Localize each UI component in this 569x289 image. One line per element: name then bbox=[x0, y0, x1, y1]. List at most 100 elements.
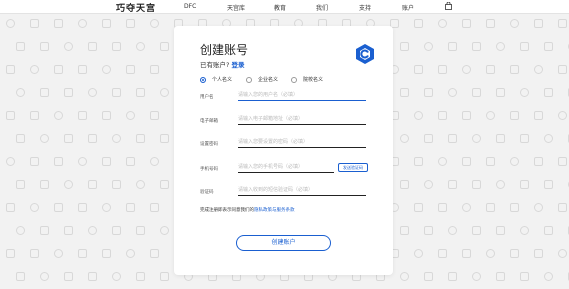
decorative-pattern-icon bbox=[112, 42, 121, 51]
nav-item-about[interactable]: 我们 bbox=[316, 3, 328, 12]
decorative-pattern-icon bbox=[520, 88, 529, 97]
decorative-pattern-icon bbox=[78, 249, 87, 258]
decorative-pattern-icon bbox=[64, 226, 73, 235]
decorative-pattern-icon bbox=[424, 42, 433, 51]
code-label: 验证码 bbox=[200, 190, 214, 195]
decorative-pattern-icon bbox=[16, 180, 25, 189]
radio-school[interactable] bbox=[291, 76, 297, 83]
decorative-pattern-icon bbox=[534, 111, 543, 120]
account-type-school[interactable]: 院校名义 bbox=[291, 76, 323, 83]
account-type-personal[interactable]: 个人名义 bbox=[200, 76, 232, 83]
terms-link[interactable]: 隐私政策与服务条款 bbox=[254, 208, 295, 213]
nav-item-library[interactable]: 天宫库 bbox=[227, 3, 245, 12]
nav-item-account[interactable]: 账户 bbox=[402, 3, 414, 12]
decorative-pattern-icon bbox=[544, 88, 553, 97]
decorative-pattern-icon bbox=[54, 249, 63, 258]
decorative-pattern-icon bbox=[126, 65, 135, 74]
decorative-pattern-icon bbox=[136, 180, 145, 189]
decorative-pattern-icon bbox=[400, 226, 409, 235]
decorative-pattern-icon bbox=[78, 19, 87, 28]
decorative-pattern-icon bbox=[448, 88, 457, 97]
decorative-pattern-icon bbox=[112, 180, 121, 189]
decorative-pattern-icon bbox=[438, 249, 447, 258]
nav-item-education[interactable]: 教育 bbox=[274, 3, 286, 12]
decorative-pattern-icon bbox=[78, 157, 87, 166]
decorative-pattern-icon bbox=[150, 19, 159, 28]
decorative-pattern-icon bbox=[150, 249, 159, 258]
decorative-pattern-icon bbox=[64, 272, 73, 281]
shopping-bag-icon[interactable] bbox=[445, 2, 452, 10]
decorative-pattern-icon bbox=[544, 272, 553, 281]
decorative-pattern-icon bbox=[88, 180, 97, 189]
username-label: 用户名 bbox=[200, 95, 214, 100]
decorative-pattern-icon bbox=[558, 65, 567, 74]
have-account-label: 已有账户? bbox=[200, 61, 230, 69]
decorative-pattern-icon bbox=[558, 157, 567, 166]
decorative-pattern-icon bbox=[520, 180, 529, 189]
decorative-pattern-icon bbox=[462, 65, 471, 74]
decorative-pattern-icon bbox=[150, 157, 159, 166]
account-type-company[interactable]: 企业名义 bbox=[246, 76, 278, 83]
decorative-pattern-icon bbox=[160, 180, 169, 189]
decorative-pattern-icon bbox=[472, 180, 481, 189]
decorative-pattern-icon bbox=[6, 111, 15, 120]
decorative-pattern-icon bbox=[424, 226, 433, 235]
phone-label: 手机号码 bbox=[200, 167, 218, 172]
nav-item-support[interactable]: 支持 bbox=[359, 3, 371, 12]
decorative-pattern-icon bbox=[6, 203, 15, 212]
decorative-pattern-icon bbox=[448, 134, 457, 143]
decorative-pattern-icon bbox=[414, 203, 423, 212]
decorative-pattern-icon bbox=[126, 157, 135, 166]
decorative-pattern-icon bbox=[136, 272, 145, 281]
decorative-pattern-icon bbox=[112, 134, 121, 143]
decorative-pattern-icon bbox=[438, 203, 447, 212]
decorative-pattern-icon bbox=[16, 134, 25, 143]
decorative-pattern-icon bbox=[54, 157, 63, 166]
decorative-pattern-icon bbox=[16, 88, 25, 97]
create-account-button[interactable]: 创建账户 bbox=[236, 235, 331, 251]
decorative-pattern-icon bbox=[64, 134, 73, 143]
radio-personal[interactable] bbox=[200, 76, 206, 83]
password-field[interactable]: 请输入您要设置的密码（必填） bbox=[238, 138, 366, 148]
decorative-pattern-icon bbox=[400, 272, 409, 281]
decorative-pattern-icon bbox=[16, 272, 25, 281]
radio-company[interactable] bbox=[246, 76, 252, 83]
phone-field[interactable]: 请输入您的手机号码（必填） bbox=[238, 163, 334, 173]
decorative-pattern-icon bbox=[544, 134, 553, 143]
login-link[interactable]: 登录 bbox=[231, 61, 244, 69]
email-field[interactable]: 请输入电子邮箱地址（必填） bbox=[238, 115, 366, 125]
decorative-pattern-icon bbox=[472, 272, 481, 281]
username-field[interactable]: 请输入您的用户名（必填） bbox=[238, 91, 366, 101]
send-code-button[interactable]: 发送验证码 bbox=[338, 163, 368, 172]
decorative-pattern-icon bbox=[102, 19, 111, 28]
decorative-pattern-icon bbox=[136, 226, 145, 235]
decorative-pattern-icon bbox=[88, 88, 97, 97]
decorative-pattern-icon bbox=[510, 19, 519, 28]
decorative-pattern-icon bbox=[16, 42, 25, 51]
decorative-pattern-icon bbox=[30, 203, 39, 212]
decorative-pattern-icon bbox=[510, 157, 519, 166]
code-field[interactable]: 请输入收到的短信验证码（必填） bbox=[238, 186, 366, 196]
decorative-pattern-icon bbox=[558, 249, 567, 258]
decorative-pattern-icon bbox=[520, 226, 529, 235]
nav-item-dfc[interactable]: DFC bbox=[184, 3, 196, 10]
decorative-pattern-icon bbox=[424, 88, 433, 97]
decorative-pattern-icon bbox=[160, 88, 169, 97]
decorative-pattern-icon bbox=[136, 88, 145, 97]
account-type-label: 企业名义 bbox=[258, 77, 279, 83]
account-type-label: 个人名义 bbox=[212, 77, 233, 83]
decorative-pattern-icon bbox=[544, 42, 553, 51]
decorative-pattern-icon bbox=[150, 203, 159, 212]
decorative-pattern-icon bbox=[414, 19, 423, 28]
account-type-label: 院校名义 bbox=[303, 77, 324, 83]
decorative-pattern-icon bbox=[30, 249, 39, 258]
decorative-pattern-icon bbox=[102, 203, 111, 212]
decorative-pattern-icon bbox=[462, 157, 471, 166]
decorative-pattern-icon bbox=[6, 19, 15, 28]
brand-logo-icon bbox=[356, 44, 374, 64]
decorative-pattern-icon bbox=[510, 65, 519, 74]
decorative-pattern-icon bbox=[544, 226, 553, 235]
decorative-pattern-icon bbox=[558, 203, 567, 212]
decorative-pattern-icon bbox=[520, 134, 529, 143]
decorative-pattern-icon bbox=[16, 226, 25, 235]
